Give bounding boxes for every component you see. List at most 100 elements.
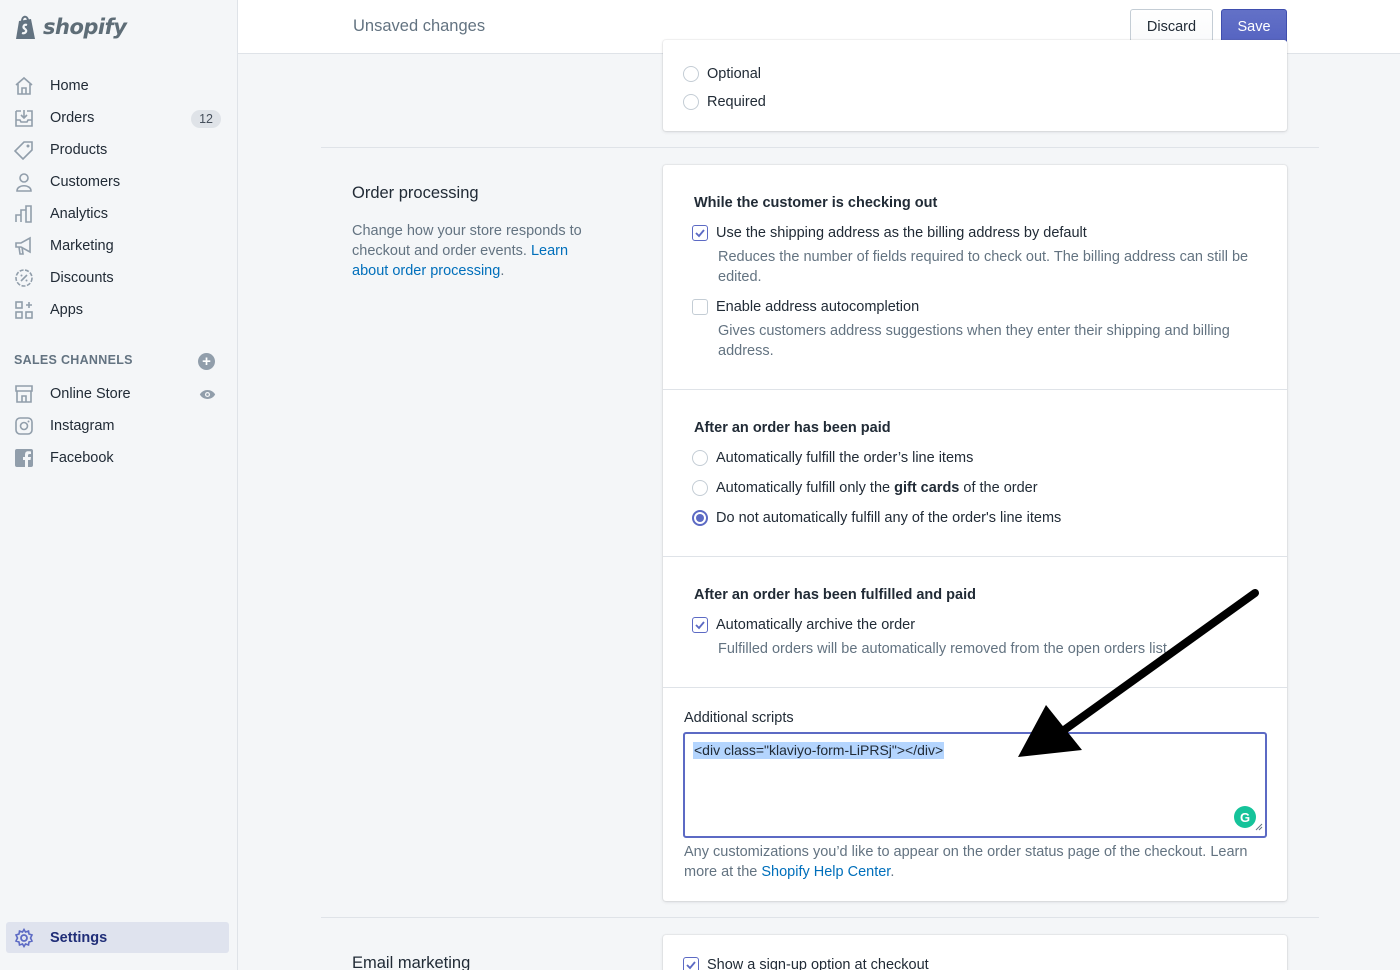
- sales-channels-list: Online Store Instagram Facebook: [0, 378, 238, 474]
- nav-item-online-store[interactable]: Online Store: [0, 378, 238, 410]
- radio-fulfill-gift-cards[interactable]: [692, 480, 708, 496]
- archive-order-row[interactable]: Automatically archive the order: [692, 617, 915, 633]
- shopify-logo[interactable]: shopify: [14, 12, 127, 42]
- email-marketing-card: Show a sign-up option at checkout: [663, 935, 1287, 970]
- nav-label: Orders: [50, 110, 95, 126]
- discard-button[interactable]: Discard: [1130, 9, 1213, 44]
- main-nav: Home Orders 12 Products Customers Analyt…: [0, 70, 238, 326]
- order-processing-title: Order processing: [352, 184, 479, 202]
- apps-icon: [14, 300, 34, 320]
- description-suffix: .: [500, 263, 505, 279]
- nav-label: Online Store: [50, 386, 131, 402]
- address-autocompletion-row[interactable]: Enable address autocompletion: [692, 299, 919, 315]
- checkbox-label: Show a sign-up option at checkout: [707, 957, 929, 970]
- nav-label: Customers: [50, 174, 121, 190]
- bar-chart-icon: [14, 204, 34, 224]
- address-autocompletion-help: Gives customers address suggestions when…: [718, 323, 1230, 359]
- no-auto-fulfill-row[interactable]: Do not automatically fulfill any of the …: [692, 510, 1061, 526]
- radio-row-required[interactable]: Required: [683, 94, 766, 110]
- fulfill-all-row[interactable]: Automatically fulfill the order’s line i…: [692, 450, 973, 466]
- nav-label: Marketing: [50, 238, 114, 254]
- checkbox-label: Automatically archive the order: [716, 617, 916, 633]
- nav-item-products[interactable]: Products: [0, 134, 238, 166]
- order-processing-description: Change how your store responds to checko…: [352, 221, 602, 281]
- address-autocompletion-checkbox[interactable]: [692, 299, 708, 315]
- annotation-arrow-icon: [1018, 589, 1259, 757]
- eye-icon[interactable]: [199, 386, 216, 406]
- shipping-as-billing-help: Reduces the number of fields required to…: [718, 249, 1249, 285]
- fulfill-gift-cards-row[interactable]: Automatically fulfill only the gift card…: [692, 480, 1038, 496]
- nav-label: Discounts: [50, 270, 114, 286]
- section-divider: [321, 147, 1319, 148]
- order-processing-card: While the customer is checking out Use t…: [663, 165, 1287, 901]
- discount-icon: [14, 268, 34, 288]
- home-icon: [14, 76, 34, 96]
- nav-label: Facebook: [50, 450, 114, 466]
- previous-settings-card: Optional Required: [663, 40, 1287, 131]
- shopify-bag-icon: [14, 13, 40, 41]
- additional-scripts-help: Any customizations you’d like to appear …: [684, 842, 1269, 882]
- add-sales-channel-icon[interactable]: +: [198, 353, 215, 370]
- radio-label: Required: [707, 94, 766, 110]
- archive-order-checkbox[interactable]: [692, 617, 708, 633]
- radio-optional[interactable]: [683, 66, 699, 82]
- nav-item-apps[interactable]: Apps: [0, 294, 238, 326]
- nav-item-marketing[interactable]: Marketing: [0, 230, 238, 262]
- radio-label-bold: gift cards: [894, 480, 960, 496]
- store-icon: [14, 384, 34, 404]
- radio-row-optional[interactable]: Optional: [683, 66, 761, 82]
- orders-icon: [14, 108, 34, 128]
- checkout-heading: While the customer is checking out: [694, 195, 938, 211]
- nav-item-home[interactable]: Home: [0, 70, 238, 102]
- nav-item-instagram[interactable]: Instagram: [0, 410, 238, 442]
- nav-item-customers[interactable]: Customers: [0, 166, 238, 198]
- nav-item-discounts[interactable]: Discounts: [0, 262, 238, 294]
- card-divider: [663, 389, 1287, 390]
- nav-item-facebook[interactable]: Facebook: [0, 442, 238, 474]
- card-divider: [663, 556, 1287, 557]
- shipping-as-billing-row[interactable]: Use the shipping address as the billing …: [692, 225, 1087, 241]
- radio-label: Optional: [707, 66, 762, 82]
- selected-script-text: <div class="klaviyo-form-LiPRSj"></div>: [693, 742, 945, 759]
- nav-label: Products: [50, 142, 108, 158]
- megaphone-icon: [14, 236, 34, 256]
- radio-required[interactable]: [683, 94, 699, 110]
- facebook-icon: [14, 448, 34, 468]
- nav-label: Instagram: [50, 418, 115, 434]
- save-button[interactable]: Save: [1221, 9, 1287, 44]
- grammarly-icon[interactable]: G: [1234, 806, 1256, 828]
- nav-item-settings[interactable]: Settings: [6, 922, 229, 953]
- radio-label: Do not automatically fulfill any of the …: [716, 510, 1062, 526]
- radio-label-prefix: Automatically fulfill only the: [716, 480, 895, 496]
- person-icon: [14, 172, 34, 192]
- nav-item-orders[interactable]: Orders 12: [0, 102, 238, 134]
- unsaved-changes-title: Unsaved changes: [353, 17, 486, 35]
- signup-option-checkbox[interactable]: [683, 957, 699, 970]
- radio-label: Automatically fulfill only the gift card…: [716, 480, 1038, 496]
- signup-option-row[interactable]: Show a sign-up option at checkout: [683, 957, 929, 970]
- section-divider: [321, 917, 1319, 918]
- resize-handle-icon[interactable]: [1255, 818, 1263, 834]
- radio-no-auto-fulfill[interactable]: [692, 510, 708, 526]
- email-marketing-title: Email marketing: [352, 954, 471, 970]
- fulfilled-heading: After an order has been fulfilled and pa…: [694, 587, 976, 603]
- sidebar: shopify Home Orders 12 Products Customer…: [0, 0, 238, 970]
- tag-icon: [14, 140, 34, 160]
- checkbox-label: Enable address autocompletion: [716, 299, 920, 315]
- additional-scripts-label: Additional scripts: [684, 710, 794, 726]
- shopify-help-center-link[interactable]: Shopify Help Center: [761, 864, 890, 880]
- radio-label: Automatically fulfill the order’s line i…: [716, 450, 974, 466]
- radio-fulfill-all[interactable]: [692, 450, 708, 466]
- nav-label: Settings: [50, 929, 108, 946]
- nav-label: Analytics: [50, 206, 109, 222]
- gear-icon: [14, 927, 34, 948]
- sales-channels-heading: SALES CHANNELS: [14, 353, 133, 367]
- shopify-wordmark: shopify: [43, 15, 127, 39]
- instagram-icon: [14, 416, 34, 436]
- shipping-as-billing-checkbox[interactable]: [692, 225, 708, 241]
- radio-label-suffix: of the order: [959, 480, 1038, 496]
- nav-label: Apps: [50, 302, 84, 318]
- nav-item-analytics[interactable]: Analytics: [0, 198, 238, 230]
- help-suffix: .: [890, 864, 895, 880]
- nav-label: Home: [50, 78, 89, 94]
